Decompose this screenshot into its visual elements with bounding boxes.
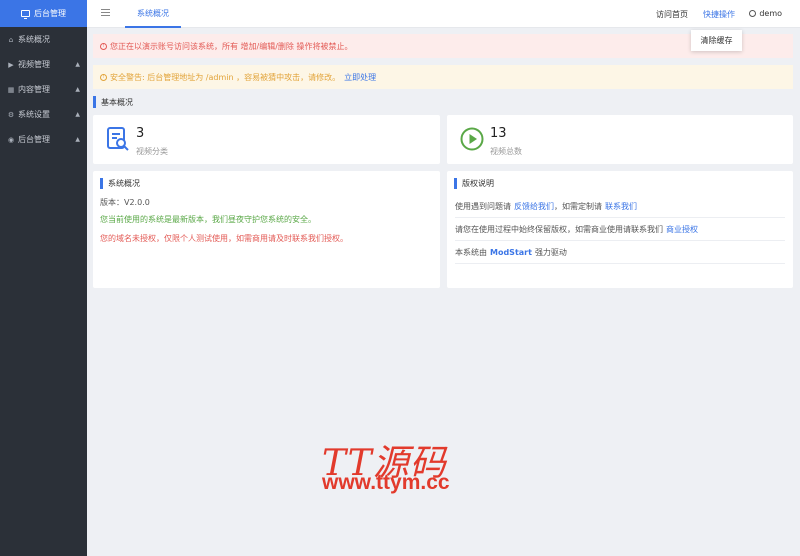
stat-card-categories[interactable]: 3 视频分类 — [93, 115, 440, 164]
user-icon — [749, 10, 757, 17]
stat-card-videos[interactable]: 13 视频总数 — [447, 115, 793, 164]
username: demo — [759, 9, 782, 18]
copyright-line: 请您在使用过程中始终保留版权，如需商业使用请联系我们 商业授权 — [455, 218, 785, 241]
sidebar: 后台管理 ⌂ 系统概况 ▶ 视频管理 ▲ ▦ 内容管理 ▲ ⚙ 系统设置 ▲ ◉… — [0, 0, 87, 556]
user-circle-icon: ◉ — [7, 135, 15, 144]
menu-toggle-icon[interactable] — [101, 9, 110, 17]
clear-cache-menu-item[interactable]: 清除缓存 — [691, 30, 742, 51]
chevron-up-icon: ▲ — [75, 111, 80, 118]
info-icon: ! — [100, 42, 107, 50]
brand-logo[interactable]: 后台管理 — [0, 0, 87, 27]
chevron-up-icon: ▲ — [75, 61, 80, 68]
copyright-line: 本系统由 ModStart 强力驱动 — [455, 241, 785, 264]
sidebar-item-admin[interactable]: ◉ 后台管理 ▲ — [0, 127, 87, 152]
security-alert: ! 安全警告: 后台管理地址为 /admin ，容易被猜中攻击，请修改。 立即处… — [93, 65, 793, 89]
watermark-url: www.ttym.cc — [322, 471, 450, 494]
visit-home-link[interactable]: 访问首页 — [656, 9, 688, 20]
modstart-link[interactable]: ModStart — [490, 248, 532, 257]
stat-value: 13 — [490, 126, 507, 141]
tab-overview[interactable]: 系统概况 — [125, 0, 181, 28]
panel-title: 系统概况 — [100, 178, 140, 189]
latest-version-text: 您当前使用的系统是最新版本，我们昼夜守护您系统的安全。 — [100, 215, 316, 224]
copyright-text: 使用遇到问题请 — [455, 201, 511, 211]
panel-title: 版权说明 — [454, 178, 494, 189]
top-header: 系统概况 访问首页 快捷操作 demo — [87, 0, 800, 28]
sidebar-item-overview[interactable]: ⌂ 系统概况 — [0, 27, 87, 52]
user-menu[interactable]: demo — [749, 9, 782, 18]
chevron-up-icon: ▲ — [75, 136, 80, 143]
sidebar-item-label: 视频管理 — [18, 60, 50, 69]
copyright-text: ，如需定制请 — [554, 201, 602, 211]
gear-icon: ⚙ — [7, 110, 15, 119]
play-circle-icon: ▶ — [8, 60, 14, 69]
security-alert-text: 安全警告: 后台管理地址为 /admin ，容易被猜中攻击，请修改。 — [110, 72, 341, 82]
copyright-line: 使用遇到问题请 反馈给我们 ，如需定制请 联系我们 — [455, 195, 785, 218]
sidebar-item-label: 内容管理 — [18, 85, 50, 94]
sidebar-item-label: 系统设置 — [18, 110, 50, 119]
demo-alert-text: 您正在以演示账号访问该系统，所有 增加/编辑/删除 操作将被禁止。 — [110, 41, 353, 51]
stat-label: 视频总数 — [490, 147, 522, 156]
feedback-link[interactable]: 反馈给我们 — [514, 201, 554, 212]
system-overview-panel: 系统概况 版本：V2.0.0 您当前使用的系统是最新版本，我们昼夜守护您系统的安… — [93, 171, 440, 288]
stat-label: 视频分类 — [136, 147, 168, 156]
copyright-panel: 版权说明 使用遇到问题请 反馈给我们 ，如需定制请 联系我们 请您在使用过程中始… — [447, 171, 793, 288]
monitor-icon — [21, 10, 30, 19]
stat-value: 3 — [136, 126, 145, 141]
copyright-text: 强力驱动 — [534, 247, 567, 257]
version-text: 版本：V2.0.0 — [100, 198, 150, 207]
copyright-text: 请您在使用过程中始终保留版权，如需商业使用请联系我们 — [455, 224, 663, 234]
sidebar-item-video[interactable]: ▶ 视频管理 ▲ — [0, 52, 87, 77]
brand-title: 后台管理 — [34, 9, 66, 18]
sidebar-item-content[interactable]: ▦ 内容管理 ▲ — [0, 77, 87, 102]
document-search-icon — [107, 127, 129, 151]
commercial-license-link[interactable]: 商业授权 — [666, 224, 698, 235]
demo-alert: ! 您正在以演示账号访问该系统，所有 增加/编辑/删除 操作将被禁止。 — [93, 34, 793, 58]
fix-now-link[interactable]: 立即处理 — [344, 72, 376, 83]
home-icon: ⌂ — [8, 35, 14, 44]
sidebar-item-settings[interactable]: ⚙ 系统设置 ▲ — [0, 102, 87, 127]
contact-link[interactable]: 联系我们 — [605, 201, 637, 212]
unlicensed-text: 您的域名未授权，仅限个人测试使用，如需商用请及时联系我们授权。 — [100, 234, 348, 243]
play-circle-icon — [460, 127, 484, 151]
grid-icon: ▦ — [7, 85, 15, 94]
quick-ops-link[interactable]: 快捷操作 — [703, 9, 735, 20]
warning-icon: ! — [100, 73, 107, 81]
sidebar-item-label: 系统概况 — [18, 35, 50, 44]
chevron-up-icon: ▲ — [75, 86, 80, 93]
sidebar-item-label: 后台管理 — [18, 135, 50, 144]
copyright-text: 本系统由 — [455, 247, 487, 257]
section-title-basic: 基本概况 — [93, 96, 133, 108]
